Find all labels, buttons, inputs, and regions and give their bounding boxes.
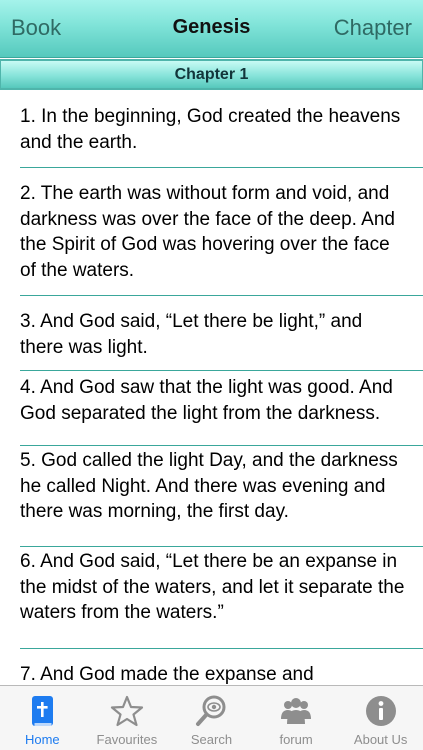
verse-list[interactable]: 1. In the beginning, God created the hea… [0,91,423,685]
verse-item[interactable]: 3. And God said, “Let there be light,” a… [0,296,423,371]
tab-search-label: Search [190,732,233,747]
tab-bar: Home Favourites Search forum About Us [0,685,423,750]
verse-item[interactable]: 5. God called the light Day, and the dar… [0,446,423,547]
verse-item[interactable]: 4. And God saw that the light was good. … [0,371,423,446]
navigation-bar: Book Genesis Chapter [0,0,423,58]
verse-item[interactable]: 1. In the beginning, God created the hea… [0,91,423,168]
bible-icon [32,696,54,726]
tab-about-us[interactable]: About Us [338,686,423,750]
verse-item[interactable]: 6. And God said, “Let there be an expans… [0,547,423,649]
verse-item[interactable]: 2. The earth was without form and void, … [0,168,423,296]
magnifier-icon [196,695,226,726]
tab-favourites[interactable]: Favourites [85,686,170,750]
screen: Book Genesis Chapter Chapter 1 1. In the… [0,0,423,750]
chapter-header: Chapter 1 [0,59,423,90]
star-icon [110,695,143,727]
people-icon [281,698,312,724]
tab-favourites-label: Favourites [96,732,158,747]
tab-forum-label: forum [279,732,313,747]
tab-forum[interactable]: forum [254,686,339,750]
chapter-header-label: Chapter 1 [174,66,249,83]
tab-search[interactable]: Search [169,686,254,750]
tab-about-us-label: About Us [353,732,408,747]
info-icon [365,696,396,726]
tab-home[interactable]: Home [0,686,85,750]
chapter-button[interactable]: Chapter [334,15,412,41]
verse-item[interactable]: 7. And God made the expanse and [0,649,423,685]
tab-home-label: Home [24,732,60,747]
